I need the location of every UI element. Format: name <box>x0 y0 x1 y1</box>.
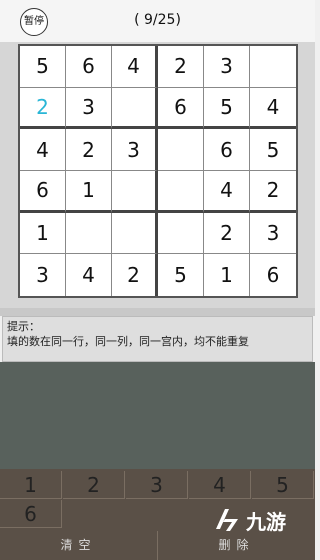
board-cell-r2c1[interactable]: 2 <box>20 87 66 130</box>
watermark-text: 九游 <box>246 509 286 534</box>
board-cell-r4c1[interactable]: 6 <box>20 171 66 213</box>
digit-key-2[interactable]: 2 <box>63 471 125 499</box>
hint-label: 提示： <box>7 320 40 333</box>
board-cell-r1c6[interactable] <box>250 46 296 88</box>
board-cell-r2c5[interactable]: 5 <box>204 87 250 130</box>
board-cell-r6c5[interactable]: 1 <box>204 254 250 296</box>
board-cell-r3c5[interactable]: 6 <box>204 129 250 171</box>
board-cell-r2c6[interactable]: 4 <box>250 88 296 130</box>
hint-panel: 提示： 填的数在同一行，同一列，同一宫内，均不能重复 <box>2 316 313 362</box>
board-cell-r1c1[interactable]: 5 <box>20 46 66 88</box>
board-cell-r6c4[interactable]: 5 <box>158 254 204 296</box>
hint-text: 填的数在同一行，同一列，同一宫内，均不能重复 <box>7 335 249 348</box>
board-cell-r4c2[interactable]: 1 <box>66 171 112 213</box>
digit-key-6[interactable]: 6 <box>0 500 62 528</box>
board-cell-r6c6[interactable]: 6 <box>250 254 296 296</box>
digit-key-3[interactable]: 3 <box>126 471 188 499</box>
board-cell-r4c5[interactable]: 4 <box>204 171 250 213</box>
board-cell-r1c5[interactable]: 3 <box>204 46 250 88</box>
board-cell-r4c6[interactable]: 2 <box>250 171 296 213</box>
board-cell-r2c2[interactable]: 3 <box>66 87 112 130</box>
board-cell-r1c2[interactable]: 6 <box>66 46 112 88</box>
board-cell-r2c4[interactable]: 6 <box>158 87 204 130</box>
top-bar: 暂停 ( 9/25) <box>0 0 315 42</box>
clear-button[interactable]: 清空 <box>0 531 158 560</box>
board-cell-r3c4[interactable] <box>158 129 204 171</box>
divider <box>0 308 315 316</box>
digit-key-5[interactable]: 5 <box>252 471 314 499</box>
board-area: 5642323654423656142123342516 <box>0 42 315 308</box>
board-cell-r4c3[interactable] <box>112 171 158 213</box>
board-cell-r2c3[interactable] <box>112 87 158 130</box>
board-cell-r6c1[interactable]: 3 <box>20 254 66 296</box>
board-cell-r5c6[interactable]: 3 <box>250 213 296 255</box>
board-cell-r3c1[interactable]: 4 <box>20 129 66 171</box>
board-cell-r3c6[interactable]: 5 <box>250 129 296 171</box>
board-cell-r1c4[interactable]: 2 <box>158 46 204 88</box>
board-cell-r5c3[interactable] <box>112 212 158 255</box>
board-cell-r5c1[interactable]: 1 <box>20 212 66 255</box>
board-cell-r1c3[interactable]: 4 <box>112 46 158 88</box>
board-cell-r5c4[interactable] <box>158 212 204 255</box>
sudoku-board: 5642323654423656142123342516 <box>18 44 298 298</box>
board-cell-r5c5[interactable]: 2 <box>204 212 250 255</box>
pause-button[interactable]: 暂停 <box>20 8 48 36</box>
board-cell-r5c2[interactable] <box>66 212 112 255</box>
jiuyou-watermark: 九游 <box>212 498 308 542</box>
board-cell-r3c3[interactable]: 3 <box>112 129 158 171</box>
board-cell-r6c2[interactable]: 4 <box>66 254 112 296</box>
board-cell-r3c2[interactable]: 2 <box>66 129 112 171</box>
digit-key-4[interactable]: 4 <box>189 471 251 499</box>
digit-key-1[interactable]: 1 <box>0 471 62 499</box>
jiuyou-logo-icon <box>216 509 238 531</box>
board-cell-r6c3[interactable]: 2 <box>112 254 158 296</box>
board-cell-r4c4[interactable] <box>158 171 204 213</box>
